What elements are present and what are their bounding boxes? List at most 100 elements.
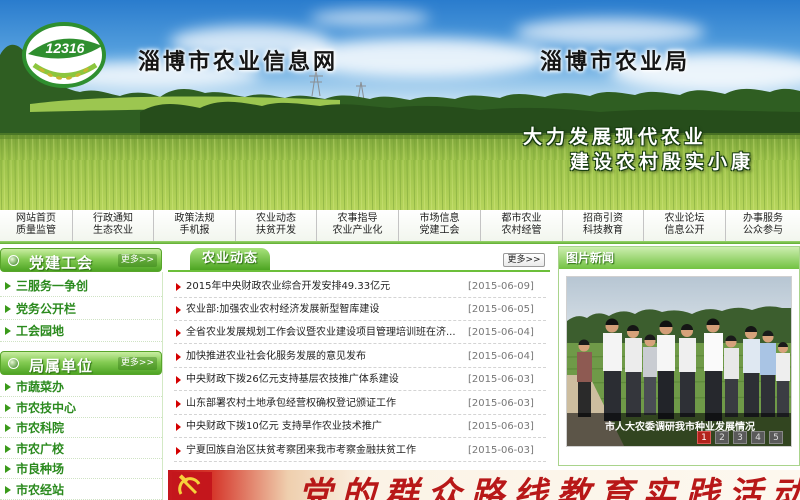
photo-news-title: 图片新闻 bbox=[566, 251, 615, 265]
nav-divider bbox=[0, 241, 800, 244]
sidebar-item-label: 工会园地 bbox=[16, 324, 65, 338]
news-row: 中央财政下拨26亿元支持基层农技推广体系建设 [2015-06-03] bbox=[174, 368, 546, 391]
section-marker-icon bbox=[8, 255, 19, 266]
nav-link-investment[interactable]: 招商引资 bbox=[563, 213, 643, 225]
sidebar-item-label: 党务公开栏 bbox=[16, 302, 77, 316]
agency-title: 淄博市农业局 bbox=[540, 49, 691, 75]
news-title-link[interactable]: 全省农业发展规划工作会议暨农业建设项目管理培训班在济... bbox=[186, 321, 456, 344]
units-more-link[interactable]: 更多>> bbox=[117, 357, 157, 370]
green-triangle-icon bbox=[5, 465, 11, 473]
slogan-line-1: 大力发展现代农业 bbox=[523, 126, 708, 148]
header-landscape bbox=[0, 0, 800, 210]
photo-news-header: 图片新闻 bbox=[559, 247, 799, 269]
green-triangle-icon bbox=[5, 282, 11, 290]
agri-12316-logo[interactable]: 12316 bbox=[20, 20, 108, 90]
news-row: 2015年中央财政农业综合开发安排49.33亿元 [2015-06-09] bbox=[174, 275, 546, 298]
red-triangle-icon bbox=[176, 423, 181, 431]
news-row: 加快推进农业社会化服务发展的意见发布 [2015-06-04] bbox=[174, 345, 546, 368]
nav-link-quality[interactable]: 质量监管 bbox=[0, 225, 72, 237]
sidebar-item[interactable]: 市农广校 bbox=[0, 439, 162, 459]
sidebar-item[interactable]: 市农科院 bbox=[0, 418, 162, 438]
news-title-link[interactable]: 农业部:加强农业农村经济发展新型智库建设 bbox=[186, 298, 379, 321]
nav-link-rural-management[interactable]: 农村经管 bbox=[481, 225, 562, 237]
sidebar-item[interactable]: 三服务一争创 bbox=[0, 275, 162, 297]
news-title-link[interactable]: 山东部署农村土地承包经营权确权登记颁证工作 bbox=[186, 392, 396, 415]
green-triangle-icon bbox=[5, 486, 11, 494]
news-date: [2015-06-03] bbox=[468, 398, 534, 409]
nav-column: 办事服务 公众参与 bbox=[726, 210, 800, 241]
nav-link-agri-news[interactable]: 农业动态 bbox=[236, 213, 316, 225]
sidebar-item-label: 市良种场 bbox=[16, 462, 65, 476]
news-more-button[interactable]: 更多>> bbox=[503, 253, 545, 267]
nav-column: 行政通知 生态农业 bbox=[73, 210, 154, 241]
nav-link-participation[interactable]: 公众参与 bbox=[726, 225, 800, 237]
nav-link-forum[interactable]: 农业论坛 bbox=[644, 213, 725, 225]
nav-link-eco-agriculture[interactable]: 生态农业 bbox=[73, 225, 153, 237]
nav-column: 招商引资 科技教育 bbox=[563, 210, 644, 241]
units-header: 局属单位 更多>> bbox=[0, 351, 162, 375]
page: 12316 淄博市农业信息网 淄博市农业局 大力发展现代农业 建设农村殷实小康 … bbox=[0, 0, 800, 500]
nav-link-farming-guide[interactable]: 农事指导 bbox=[317, 213, 398, 225]
green-triangle-icon bbox=[5, 445, 11, 453]
news-title-link[interactable]: 中央财政下拨26亿元支持基层农技推广体系建设 bbox=[186, 368, 399, 391]
sidebar-item[interactable]: 党务公开栏 bbox=[0, 298, 162, 320]
news-date: [2015-06-09] bbox=[468, 281, 534, 292]
green-triangle-icon bbox=[5, 305, 11, 313]
news-date: [2015-06-04] bbox=[468, 351, 534, 362]
photo-slide[interactable]: 市人大农委调研我市种业发展情况 1 2 3 4 5 bbox=[566, 276, 792, 447]
sidebar-item-label: 市农技中心 bbox=[16, 401, 77, 415]
nav-link-industrialization[interactable]: 农业产业化 bbox=[317, 225, 398, 237]
tab-agri-news[interactable]: 农业动态 bbox=[190, 248, 270, 270]
nav-link-sci-edu[interactable]: 科技教育 bbox=[563, 225, 643, 237]
sidebar-item[interactable]: 市良种场 bbox=[0, 459, 162, 479]
sidebar-item[interactable]: 市蔬菜办 bbox=[0, 377, 162, 397]
pager-page-1[interactable]: 1 bbox=[697, 431, 711, 444]
nav-link-services[interactable]: 办事服务 bbox=[726, 213, 800, 225]
pager-page-4[interactable]: 4 bbox=[751, 431, 765, 444]
red-triangle-icon bbox=[176, 376, 181, 384]
nav-link-poverty[interactable]: 扶贫开发 bbox=[236, 225, 316, 237]
news-title-link[interactable]: 加快推进农业社会化服务发展的意见发布 bbox=[186, 345, 366, 368]
sidebar-item[interactable]: 工会园地 bbox=[0, 320, 162, 342]
news-header: 农业动态 更多>> bbox=[168, 246, 550, 272]
nav-column: 都市农业 农村经管 bbox=[481, 210, 563, 241]
nav-link-market[interactable]: 市场信息 bbox=[399, 213, 480, 225]
pager-page-3[interactable]: 3 bbox=[733, 431, 747, 444]
party-union-more-link[interactable]: 更多>> bbox=[117, 254, 157, 267]
news-title-link[interactable]: 2015年中央财政农业综合开发安排49.33亿元 bbox=[186, 275, 390, 298]
green-triangle-icon bbox=[5, 383, 11, 391]
news-title-link[interactable]: 中央财政下拨10亿元 支持旱作农业技术推广 bbox=[186, 415, 382, 438]
nav-link-notices[interactable]: 行政通知 bbox=[73, 213, 153, 225]
nav-link-party-union[interactable]: 党建工会 bbox=[399, 225, 480, 237]
nav-column: 农业论坛 信息公开 bbox=[644, 210, 726, 241]
slogan-line-2: 建设农村殷实小康 bbox=[570, 151, 755, 173]
sidebar-item[interactable]: 市农技中心 bbox=[0, 398, 162, 418]
campaign-banner[interactable]: 党的群众路线教育实践活动 bbox=[168, 470, 800, 500]
party-union-header: 党建工会 更多>> bbox=[0, 248, 162, 272]
section-marker-icon bbox=[8, 358, 19, 369]
news-title-link[interactable]: 宁夏回族自治区扶贫考察团来我市考察金融扶贫工作 bbox=[186, 439, 416, 462]
news-row: 全省农业发展规划工作会议暨农业建设项目管理培训班在济... [2015-06-0… bbox=[174, 321, 546, 344]
nav-link-disclosure[interactable]: 信息公开 bbox=[644, 225, 725, 237]
nav-column: 农事指导 农业产业化 bbox=[317, 210, 399, 241]
green-triangle-icon bbox=[5, 404, 11, 412]
red-triangle-icon bbox=[176, 447, 181, 455]
main-nav: 网站首页 质量监管 行政通知 生态农业 政策法规 手机报 农业动态 扶贫开发 农… bbox=[0, 210, 800, 241]
news-row: 中央财政下拨10亿元 支持旱作农业技术推广 [2015-06-03] bbox=[174, 415, 546, 438]
news-date: [2015-06-05] bbox=[468, 304, 534, 315]
green-triangle-icon bbox=[5, 424, 11, 432]
sidebar-item[interactable]: 市农经站 bbox=[0, 480, 162, 500]
nav-link-mobile-news[interactable]: 手机报 bbox=[154, 225, 235, 237]
sidebar-item-label: 市蔬菜办 bbox=[16, 380, 65, 394]
photo-news-panel: 图片新闻 市人大农委调研我市种业发展情况 1 2 3 4 5 bbox=[558, 246, 800, 466]
pager-page-2[interactable]: 2 bbox=[715, 431, 729, 444]
sidebar-item-label: 市农广校 bbox=[16, 442, 65, 456]
units-title: 局属单位 bbox=[29, 357, 94, 375]
news-date: [2015-06-04] bbox=[468, 327, 534, 338]
nav-link-home[interactable]: 网站首页 bbox=[0, 213, 72, 225]
nav-link-urban-agri[interactable]: 都市农业 bbox=[481, 213, 562, 225]
nav-link-policy[interactable]: 政策法规 bbox=[154, 213, 235, 225]
news-row: 宁夏回族自治区扶贫考察团来我市考察金融扶贫工作 [2015-06-03] bbox=[174, 439, 546, 462]
pager-page-5[interactable]: 5 bbox=[769, 431, 783, 444]
banner-text: 党的群众路线教育实践活动 bbox=[298, 475, 800, 500]
